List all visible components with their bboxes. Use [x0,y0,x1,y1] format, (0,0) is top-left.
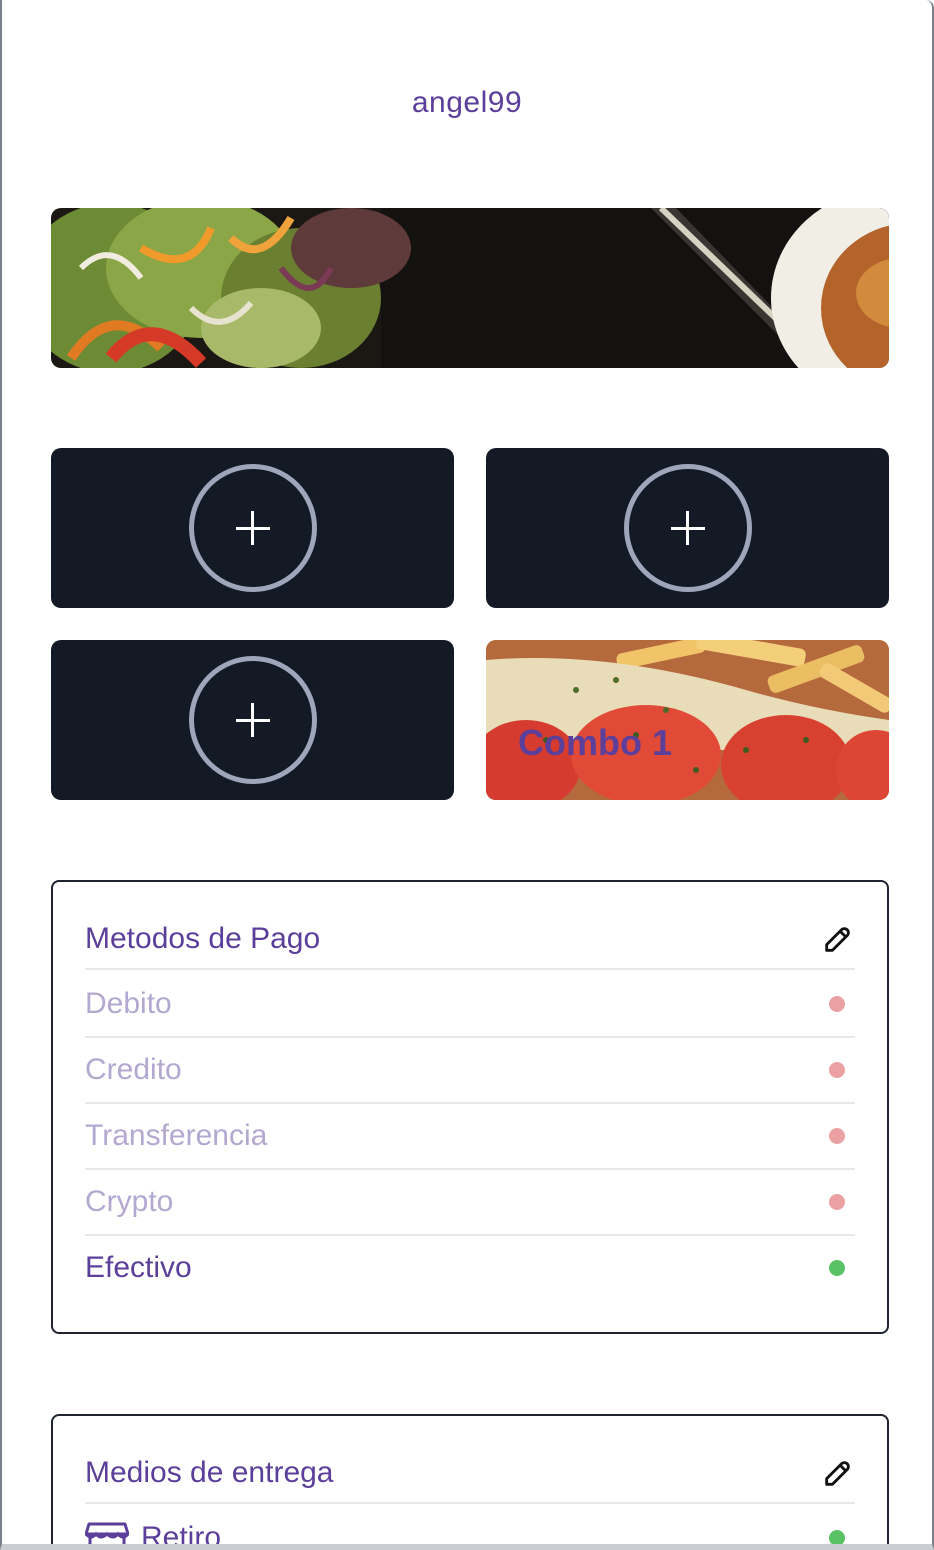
add-product-tile-1[interactable] [51,448,454,608]
payment-method-label: Efectivo [85,1251,192,1284]
combo-food-image [486,640,889,800]
combo-tile[interactable]: Combo 1 [486,640,889,800]
store-icon [85,1522,129,1544]
payment-methods-title: Metodos de Pago [85,922,321,955]
add-product-tile-2[interactable] [486,448,889,608]
status-dot-disabled [829,1194,845,1210]
status-dot-enabled [829,1530,845,1544]
add-product-tile-3[interactable] [51,640,454,800]
payment-method-efectivo[interactable]: Efectivo [85,1236,855,1302]
combo-title: Combo 1 [518,722,673,763]
delivery-methods-card: Medios de entrega Retiro [51,1414,889,1550]
delivery-method-label: Retiro [141,1521,222,1550]
cover-banner-image[interactable] [51,208,889,368]
payment-method-label: Credito [85,1053,182,1086]
payment-method-crypto[interactable]: Crypto [85,1170,855,1236]
payment-method-transferencia[interactable]: Transferencia [85,1104,855,1170]
payment-method-credito[interactable]: Credito [85,1038,855,1104]
delivery-methods-header: Medios de entrega [85,1416,855,1504]
payment-method-debito[interactable]: Debito [85,972,855,1038]
plus-circle-icon[interactable] [188,464,317,592]
edit-icon[interactable] [821,922,855,956]
cover-banner-graphic [51,208,889,368]
payment-method-label: Debito [85,987,172,1020]
status-dot-enabled [829,1260,845,1276]
payment-methods-card: Metodos de Pago Debito Credito Transfere… [51,880,889,1334]
status-dot-disabled [829,996,845,1012]
status-dot-disabled [829,1128,845,1144]
plus-circle-icon[interactable] [623,464,752,592]
payment-method-label: Crypto [85,1185,174,1218]
plus-circle-icon[interactable] [188,656,317,784]
delivery-method-retiro[interactable]: Retiro [85,1506,855,1550]
payment-methods-header: Metodos de Pago [85,882,855,970]
delivery-methods-title: Medios de entrega [85,1456,334,1489]
app-window: angel99 Combo 1 Metodos de Pago Debito C… [0,0,934,1550]
edit-icon[interactable] [821,1456,855,1490]
username-title: angel99 [411,86,523,119]
payment-method-label: Transferencia [85,1119,268,1152]
status-dot-disabled [829,1062,845,1078]
